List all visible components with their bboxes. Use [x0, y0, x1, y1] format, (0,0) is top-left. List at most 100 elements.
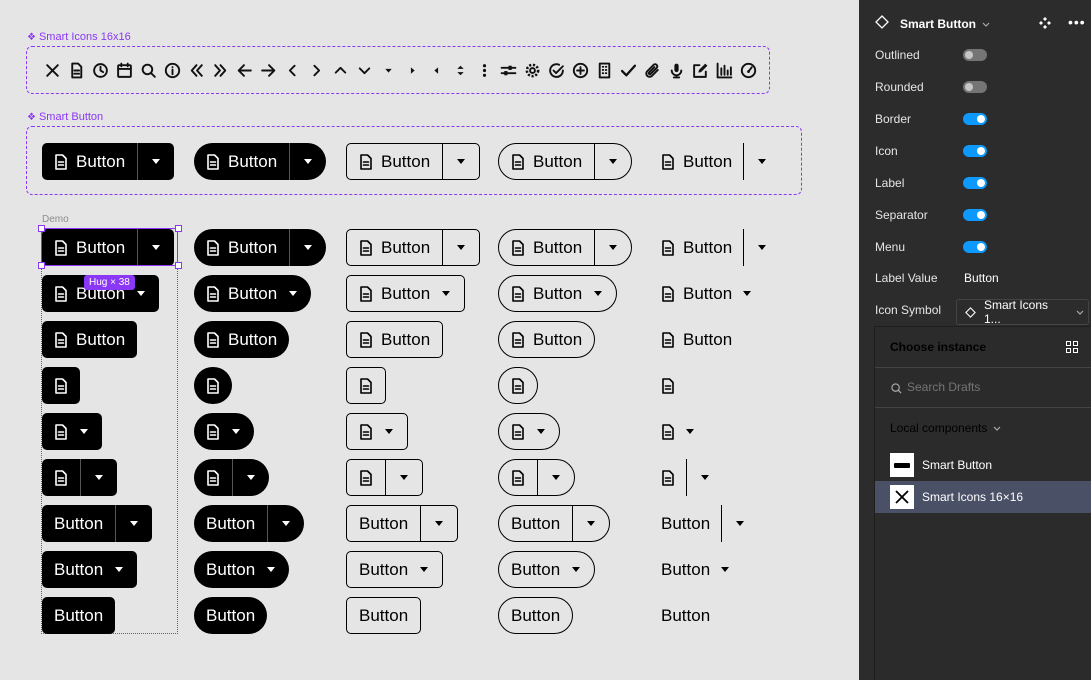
smart-button[interactable]: Button	[498, 321, 596, 358]
sliders-icon[interactable]	[496, 60, 520, 80]
button-main[interactable]: Button	[194, 229, 289, 266]
button-main[interactable]: Button	[194, 321, 289, 358]
button-main[interactable]: Button	[650, 321, 743, 358]
button-main[interactable]: Button	[347, 552, 420, 587]
smart-button[interactable]: Button	[194, 505, 305, 542]
label-value-field[interactable]: Button	[964, 271, 999, 285]
smart-button[interactable]	[346, 367, 386, 404]
button-main[interactable]: Button	[42, 597, 115, 634]
smart-button[interactable]: Button	[650, 551, 743, 588]
property-toggle-rounded[interactable]	[963, 81, 987, 93]
smart-button[interactable]	[650, 459, 723, 496]
button-main[interactable]: Button	[499, 144, 594, 179]
property-toggle-separator[interactable]	[963, 209, 987, 221]
resize-handle[interactable]	[38, 262, 45, 269]
property-toggle-label[interactable]	[963, 177, 987, 189]
local-components-section[interactable]: Local components	[890, 421, 1001, 435]
button-menu[interactable]	[594, 276, 616, 311]
button-menu[interactable]	[743, 275, 765, 312]
resize-handle[interactable]	[38, 225, 45, 232]
building-icon[interactable]	[592, 60, 616, 80]
button-main[interactable]	[650, 367, 686, 404]
smart-button[interactable]: Button	[346, 505, 459, 542]
document-icon[interactable]	[64, 60, 88, 80]
button-menu[interactable]	[687, 459, 723, 496]
smart-button[interactable]: Button	[498, 275, 618, 312]
smart-button[interactable]	[650, 367, 686, 404]
smart-button[interactable]: Button	[498, 597, 574, 634]
button-menu[interactable]	[573, 506, 609, 541]
settings-icon[interactable]	[520, 60, 544, 80]
paperclip-icon[interactable]	[640, 60, 664, 80]
smart-button[interactable]	[346, 459, 423, 496]
smart-button[interactable]	[42, 459, 117, 496]
button-menu[interactable]	[442, 276, 464, 311]
smart-button[interactable]: Button	[194, 321, 290, 358]
property-toggle-outlined[interactable]	[963, 49, 987, 61]
button-main[interactable]: Button	[499, 552, 572, 587]
button-main[interactable]: Button	[650, 275, 743, 312]
smart-button[interactable]: Button	[650, 229, 780, 266]
chevron-left-icon[interactable]	[280, 60, 304, 80]
instance-item-smart-icons[interactable]: Smart Icons 16×16	[875, 481, 1091, 513]
check-circle-icon[interactable]	[544, 60, 568, 80]
double-chevron-right-icon[interactable]	[208, 60, 232, 80]
button-main[interactable]: Button	[499, 322, 594, 357]
button-menu[interactable]	[386, 460, 422, 495]
button-menu[interactable]	[138, 143, 174, 180]
property-toggle-menu[interactable]	[963, 241, 987, 253]
button-menu[interactable]	[115, 551, 137, 588]
button-main[interactable]: Button	[194, 597, 267, 634]
button-menu[interactable]	[572, 552, 594, 587]
double-chevron-left-icon[interactable]	[184, 60, 208, 80]
search-icon[interactable]	[136, 60, 160, 80]
button-main[interactable]: Button	[347, 276, 442, 311]
smart-button[interactable]: Button	[42, 143, 175, 180]
smart-button[interactable]: Button	[498, 505, 611, 542]
button-menu[interactable]	[116, 505, 152, 542]
smart-button[interactable]: Button	[498, 229, 633, 266]
button-main[interactable]: Button	[347, 322, 442, 357]
smart-button[interactable]: Button	[194, 143, 327, 180]
gauge-icon[interactable]	[736, 60, 760, 80]
button-main[interactable]: Button	[347, 506, 420, 541]
button-main[interactable]: Button	[347, 230, 442, 265]
button-main[interactable]: Button	[42, 321, 137, 358]
button-main[interactable]	[194, 367, 232, 404]
button-main[interactable]: Button	[347, 598, 420, 633]
button-main[interactable]: Button	[499, 598, 572, 633]
sort-icon[interactable]	[448, 60, 472, 80]
icon-symbol-select[interactable]: Smart Icons 1...	[956, 298, 1089, 326]
button-main[interactable]	[499, 460, 537, 495]
demo-frame-label[interactable]: Demo	[42, 214, 69, 225]
button-menu[interactable]	[595, 230, 631, 265]
more-options-icon[interactable]: •••	[1068, 14, 1086, 30]
button-main[interactable]: Button	[499, 276, 594, 311]
design-canvas[interactable]: ❖ Smart Icons 16x16 ❖ Smart Button Demo …	[0, 0, 859, 680]
edit-icon[interactable]	[688, 60, 712, 80]
button-main[interactable]: Button	[194, 275, 289, 312]
instance-item-smart-button[interactable]: Smart Button	[875, 449, 1091, 481]
button-menu[interactable]	[267, 551, 289, 588]
chevron-down-icon[interactable]	[352, 60, 376, 80]
button-menu[interactable]	[420, 552, 442, 587]
button-menu[interactable]	[421, 506, 457, 541]
smart-button[interactable]: Button	[650, 505, 758, 542]
button-menu[interactable]	[722, 505, 758, 542]
smart-button[interactable]: Button	[346, 551, 444, 588]
button-main[interactable]: Button	[42, 505, 115, 542]
smart-button[interactable]: Button	[194, 275, 312, 312]
caret-left-icon[interactable]	[424, 60, 448, 80]
button-main[interactable]: Button	[650, 505, 721, 542]
smart-button[interactable]: Button	[42, 505, 153, 542]
smart-button[interactable]: Button	[346, 143, 481, 180]
button-menu[interactable]	[744, 229, 780, 266]
smart-button[interactable]: Button	[194, 229, 327, 266]
chart-icon[interactable]	[712, 60, 736, 80]
button-main[interactable]	[194, 459, 232, 496]
smart-button[interactable]: Button	[650, 143, 780, 180]
smart-button[interactable]: Button	[346, 321, 444, 358]
check-icon[interactable]	[616, 60, 640, 80]
button-main[interactable]	[347, 460, 385, 495]
button-menu[interactable]	[80, 413, 102, 450]
